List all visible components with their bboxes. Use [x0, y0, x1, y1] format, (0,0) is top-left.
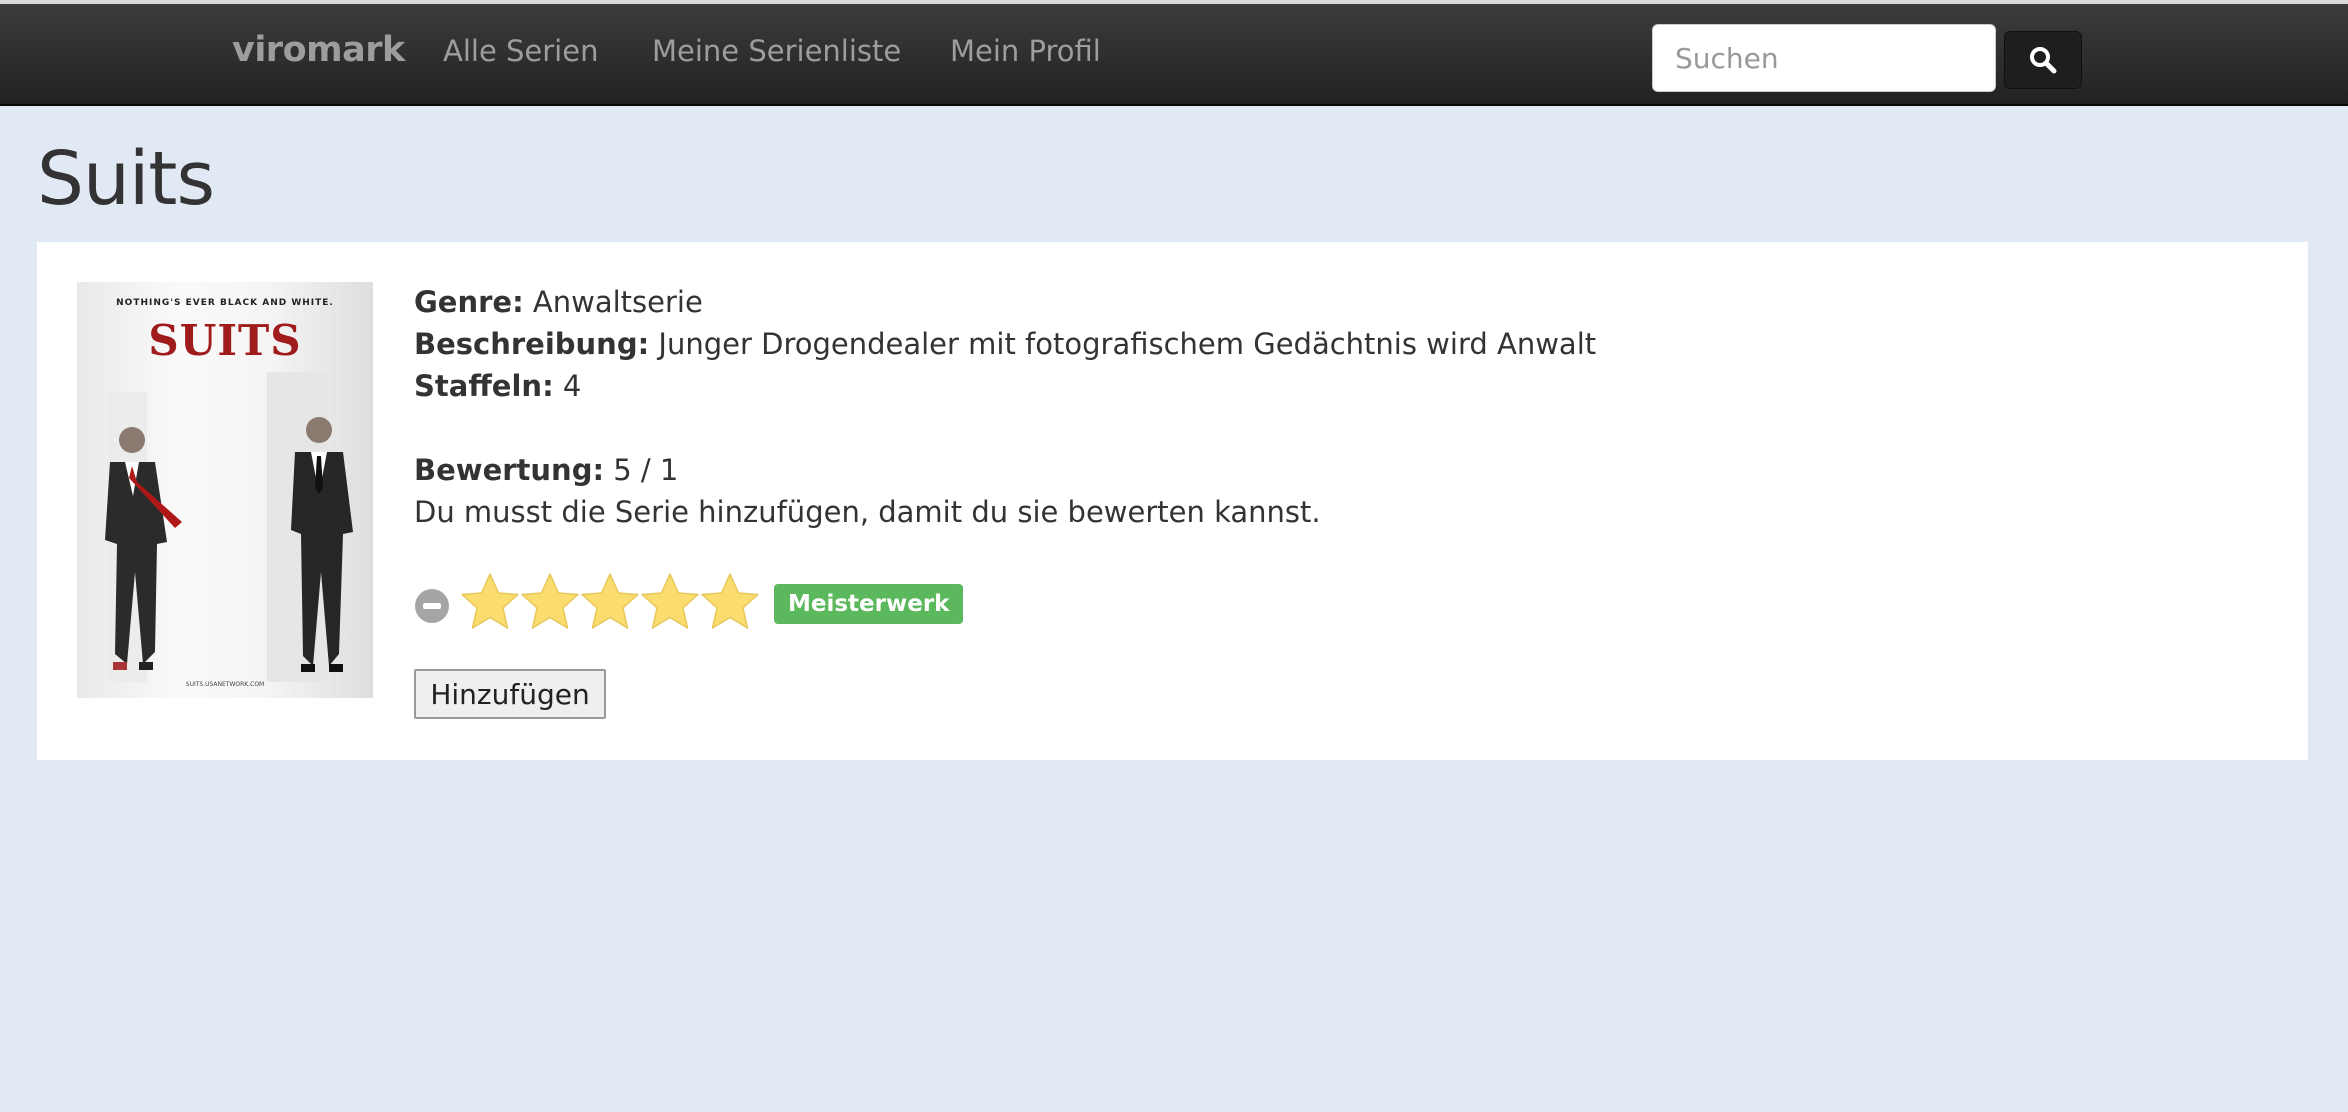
star-icon[interactable]: [580, 572, 640, 632]
nav-link-mein-profil[interactable]: Mein Profil: [950, 34, 1101, 68]
seasons-label: Staffeln:: [414, 369, 554, 403]
seasons-value: 4: [562, 369, 582, 403]
navbar: viromark Alle Serien Meine Serienliste M…: [0, 0, 2348, 106]
series-poster: NOTHING'S EVER BLACK AND WHITE. SUITS SU…: [77, 282, 373, 698]
rating-badge: Meisterwerk: [774, 584, 964, 624]
star-icon[interactable]: [700, 572, 760, 632]
add-series-button[interactable]: Hinzufügen: [414, 669, 606, 719]
cancel-rating-icon[interactable]: [414, 588, 450, 624]
description-value: Junger Drogendealer mit fotografischem G…: [658, 327, 1597, 361]
star-icon[interactable]: [460, 572, 520, 632]
brand-logo[interactable]: viromark: [232, 30, 405, 70]
genre-label: Genre:: [414, 285, 524, 319]
rating-value: 5 / 1: [613, 453, 679, 487]
nav-link-alle-serien[interactable]: Alle Serien: [443, 34, 598, 68]
nav-link-meine-serienliste[interactable]: Meine Serienliste: [652, 34, 901, 68]
rating-label: Bewertung:: [414, 453, 605, 487]
genre-value: Anwaltserie: [532, 285, 703, 319]
rating-hint: Du musst die Serie hinzufügen, damit du …: [414, 495, 1321, 529]
description-label: Beschreibung:: [414, 327, 650, 361]
poster-footer: SUITS.USANETWORK.COM: [185, 681, 265, 688]
seasons-line: Staffeln: 4: [414, 368, 581, 404]
poster-figures: [105, 372, 353, 682]
search-input[interactable]: [1652, 24, 1996, 92]
series-card: NOTHING'S EVER BLACK AND WHITE. SUITS SU…: [37, 242, 2308, 760]
rating-line: Bewertung: 5 / 1: [414, 452, 678, 488]
page-title: Suits: [37, 136, 215, 222]
search-icon: [2030, 47, 2057, 74]
search-button[interactable]: [2004, 31, 2082, 89]
star-icon[interactable]: [640, 572, 700, 632]
star-icon[interactable]: [520, 572, 580, 632]
description-line: Beschreibung: Junger Drogendealer mit fo…: [414, 326, 1596, 362]
genre-line: Genre: Anwaltserie: [414, 284, 703, 320]
